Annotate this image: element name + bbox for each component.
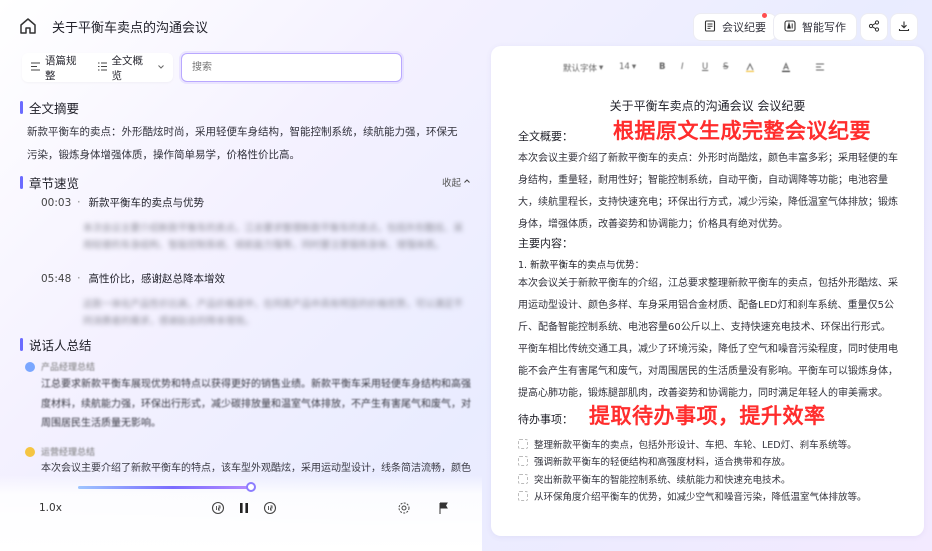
chevron-down-icon: ▾ [599,63,604,73]
speaker-name: 运营经理总结 [41,448,96,458]
rewind-15-icon[interactable] [210,500,226,516]
top-bar: 关于平衡车卖点的沟通会议 会议纪要 智能写作 [0,0,932,52]
collapse-label: 收起 [442,178,462,189]
italic-icon[interactable]: I [681,62,684,72]
ai-write-label: 智能写作 [802,21,846,34]
todo-text: 从环保角度介绍平衡车的优势，如减少空气和噪音污染，降低温室气体排放等。 [534,492,867,504]
todo-item: 整理新款平衡车的卖点，包括外形设计、车把、车轮、LED灯、刹车系统等。 [518,435,908,453]
chapter-title: 新款平衡车的卖点与优势 [88,197,204,209]
todo-text: 整理新款平衡车的卖点，包括外形设计、车把、车轮、LED灯、刹车系统等。 [534,439,857,451]
timeline-dot: · [76,195,81,209]
speaker-name: 产品经理总结 [41,363,96,373]
page-title: 关于平衡车卖点的沟通会议 [52,21,209,36]
playback-speed[interactable]: 1.0x [39,502,62,514]
progress-bar[interactable] [78,486,250,489]
underline-icon[interactable]: U [702,62,708,72]
view-mode-label: 语篇规整 [45,54,77,82]
ai-write-button[interactable]: 智能写作 [773,13,857,41]
highlight-icon[interactable] [745,62,755,72]
list-icon [97,61,108,75]
font-family-value: 默认字体 [563,64,598,74]
overview-label: 全文概览 [111,54,144,82]
todo-checkbox[interactable] [518,456,528,467]
summary-title: 全文摘要 [29,101,80,116]
todo-checkbox[interactable] [518,491,528,502]
section-accent-bar [20,101,23,114]
todo-item: 强调新款平衡车的轻便结构和高强度材料，适合携带和存放。 [518,453,908,471]
todo-checkbox[interactable] [518,473,528,484]
summary-text: 新款平衡车的卖点：外形酷炫时尚，采用轻便车身结构，智能控制系统，续航能力强，环保… [27,126,458,161]
overview-heading: 全文概要： [518,130,573,143]
overview-dropdown[interactable]: 全文概览 [97,53,165,83]
minutes-icon [704,19,716,35]
paragraph-style-icon[interactable] [815,62,825,72]
search-input[interactable] [182,54,401,81]
chapter-item[interactable]: 00:03 · 新款平衡车的卖点与优势 本次会议主要介绍新款平衡车的卖点，江总要… [41,195,471,254]
speakers-title: 说话人总结 [29,338,92,353]
font-family-select[interactable]: 默认字体 ▾ [563,62,603,74]
notification-dot [762,13,767,18]
main-heading: 主要内容： [518,237,573,250]
chapter-time: 00:03 [41,197,72,209]
chapter-title: 高性价比，感谢赵总降本增效 [88,273,225,285]
todo-heading: 待办事项： [518,413,573,426]
chapter-summary: 这款一体化产品性价比高，产品价格适中，在同类产品中具有明显的价格优势，可以满足不… [83,299,464,327]
view-mode-toggle[interactable]: 语篇规整 [30,53,87,83]
chevron-down-icon: ▾ [631,62,637,72]
font-size-value: 14 [619,62,630,72]
view-controls: 语篇规整 全文概览 [22,53,173,82]
caption-generate-minutes: 根据原文生成完整会议纪要 [613,118,871,143]
home-icon[interactable] [18,16,38,36]
todo-text: 强调新款平衡车的轻便结构和高强度材料，适合携带和存放。 [534,457,791,469]
todo-item: 从环保角度介绍平衡车的优势，如减少空气和噪音污染，降低温室气体排放等。 [518,488,908,506]
overview-text[interactable]: 本次会议主要介绍了新款平衡车的卖点：外形时尚酷炫，颜色丰富多彩；采用轻便的车身结… [518,148,898,236]
point-heading: 1. 新款平衡车的卖点与优势： [518,260,645,271]
font-color-icon[interactable] [781,62,791,72]
chevron-down-icon [157,62,165,74]
flag-icon[interactable] [436,500,452,516]
speakers-heading: 说话人总结 [20,335,92,354]
caption-extract-todos: 提取待办事项，提升效率 [589,403,826,428]
speaker-header: 产品经理总结 [25,360,95,373]
section-accent-bar [20,176,23,189]
speaker-summary: 江总要求新款平衡车展现优势和特点以获得更好的销售业绩。新款平衡车采用轻便车身结构… [41,379,471,429]
todo-list: 整理新款平衡车的卖点，包括外形设计、车把、车轮、LED灯、刹车系统等。 强调新款… [518,435,908,505]
strikethrough-icon[interactable]: S [723,62,728,72]
pause-icon[interactable] [236,500,252,516]
editor-toolbar: 默认字体 ▾ 14 ▾ B I U S [491,62,924,80]
minutes-title: 关于平衡车卖点的沟通会议 会议纪要 [609,99,806,113]
avatar [25,361,35,372]
section-accent-bar [20,338,23,351]
settings-icon[interactable] [396,500,412,516]
ai-write-icon [784,19,796,35]
bold-icon[interactable]: B [659,62,665,72]
todo-text: 突出新款平衡车的智能控制系统、续航能力和快速充电技术。 [534,474,791,486]
share-button[interactable] [860,13,888,41]
summary-heading: 全文摘要 [20,98,79,117]
minutes-label: 会议纪要 [722,21,766,34]
avatar [25,446,35,457]
search-box [181,53,402,82]
chapter-time: 05:48 [41,273,72,285]
speaker-header: 运营经理总结 [25,445,95,458]
forward-15-icon[interactable] [262,500,278,516]
collapse-button[interactable]: 收起 [442,175,471,189]
font-size-select[interactable]: 14 ▾ [619,62,636,72]
chapter-summary: 本次会议主要介绍新款平衡车的卖点，江总要求整理新款平衡车的卖点，包括外形酷炫、采… [83,223,464,251]
download-icon [898,20,910,35]
point-text[interactable]: 本次会议关于新款平衡车的介绍，江总要求整理新款平衡车的卖点，包括外形酷炫、采用运… [518,273,898,405]
text-normalize-icon [30,61,41,75]
progress-handle[interactable] [246,482,256,492]
todo-checkbox[interactable] [518,438,528,449]
chapters-title: 章节速览 [29,176,80,191]
todo-item: 突出新款平衡车的智能控制系统、续航能力和快速充电技术。 [518,470,908,488]
chapter-item[interactable]: 05:48 · 高性价比，感谢赵总降本增效 这款一体化产品性价比高，产品价格适中… [41,271,471,330]
download-button[interactable] [890,13,918,41]
chapters-heading: 章节速览 [20,173,79,192]
timeline-dot: · [76,271,81,285]
share-icon [868,19,880,35]
chevron-up-icon [463,177,471,188]
